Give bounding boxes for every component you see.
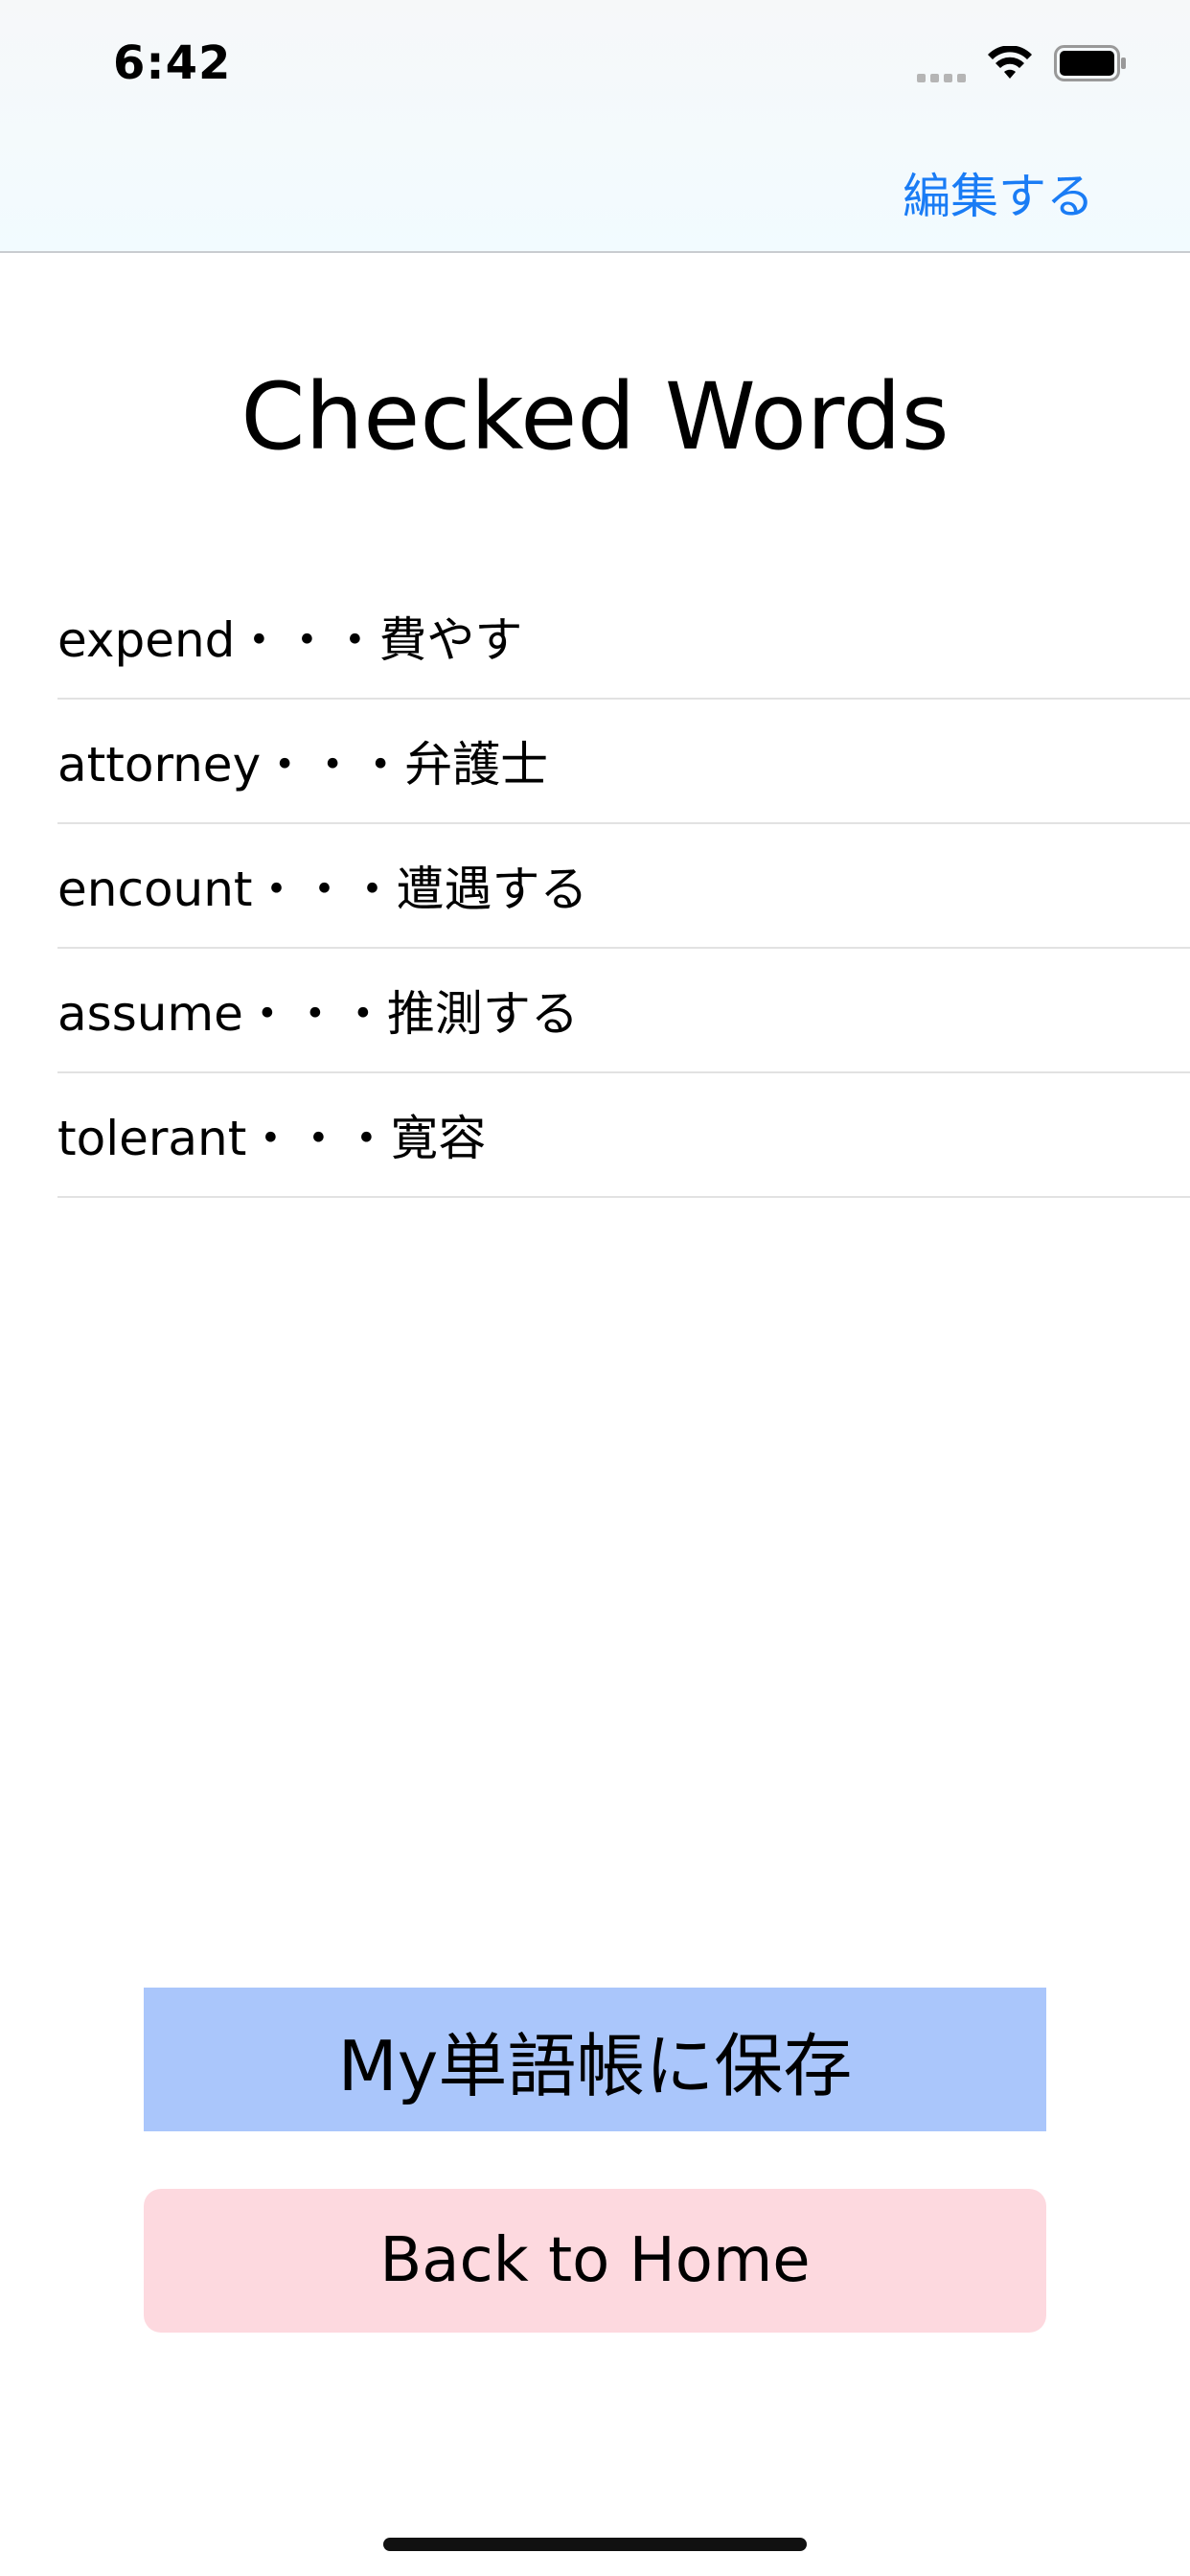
status-time: 6:42 [113, 36, 232, 90]
navigation-header: 6:42 編集する [0, 0, 1190, 253]
word-row[interactable]: tolerant・・・寛容 [57, 1073, 1190, 1198]
edit-button[interactable]: 編集する [903, 158, 1094, 227]
home-indicator[interactable] [383, 2538, 807, 2551]
battery-icon [1054, 45, 1127, 81]
page-title: Checked Words [240, 363, 950, 471]
back-to-home-button[interactable]: Back to Home [144, 2189, 1046, 2333]
status-icons [917, 44, 1127, 82]
word-list: expend・・・費やす attorney・・・弁護士 encount・・・遭遇… [57, 575, 1190, 1198]
save-to-wordbook-button[interactable]: My単語帳に保存 [144, 1988, 1046, 2131]
word-row[interactable]: assume・・・推測する [57, 949, 1190, 1073]
word-row[interactable]: encount・・・遭遇する [57, 824, 1190, 949]
signal-icon [917, 44, 966, 82]
word-row[interactable]: attorney・・・弁護士 [57, 700, 1190, 824]
wifi-icon [987, 46, 1033, 80]
word-row[interactable]: expend・・・費やす [57, 575, 1190, 700]
